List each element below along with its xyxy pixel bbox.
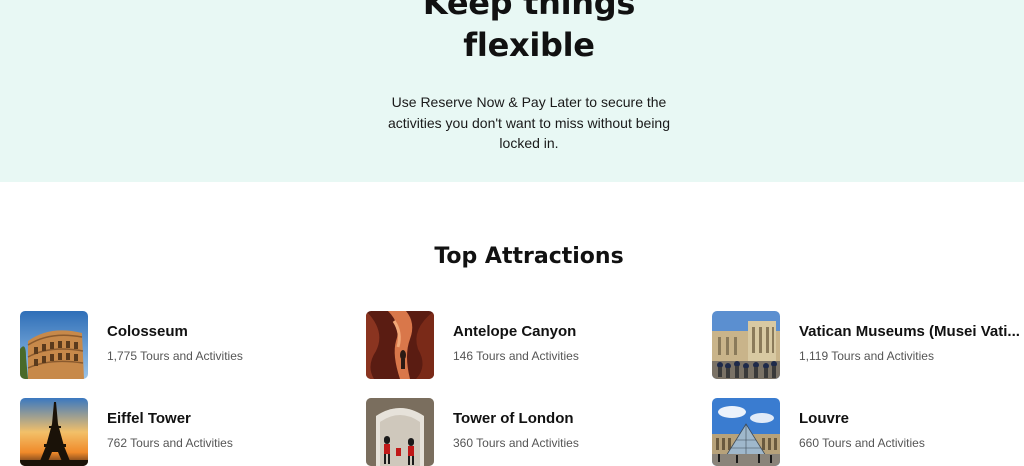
- attraction-name: Louvre: [799, 410, 850, 427]
- banner-description: Use Reserve Now & Pay Later to secure th…: [380, 92, 678, 154]
- banner-title-line-1: Keep things: [422, 0, 636, 22]
- attraction-name: Tower of London: [453, 410, 574, 427]
- attraction-name: Eiffel Tower: [107, 410, 191, 427]
- louvre-thumbnail: [712, 398, 780, 466]
- attraction-activity-count: 1,775 Tours and Activities: [107, 349, 243, 363]
- banner-description-line-1: Use Reserve Now & Pay Later to secure th…: [391, 94, 667, 110]
- attraction-name: Antelope Canyon: [453, 323, 577, 340]
- attraction-activity-count: 762 Tours and Activities: [107, 436, 233, 450]
- flexible-booking-banner: Keep things flexible Use Reserve Now & P…: [0, 0, 1024, 182]
- attraction-activity-count: 660 Tours and Activities: [799, 436, 925, 450]
- tower-of-london-thumbnail: [366, 398, 434, 466]
- attraction-antelope-canyon[interactable]: Antelope Canyon 146 Tours and Activities: [366, 311, 666, 379]
- eiffel-tower-thumbnail: [20, 398, 88, 466]
- top-attractions-heading: Top Attractions: [434, 244, 624, 269]
- attraction-name: Vatican Museums (Musei Vati...: [799, 323, 1020, 340]
- vatican-museums-thumbnail: [712, 311, 780, 379]
- banner-title: Keep things flexible: [0, 0, 1024, 66]
- attraction-tower-of-london[interactable]: Tower of London 360 Tours and Activities: [366, 398, 666, 466]
- attraction-vatican-museums[interactable]: Vatican Museums (Musei Vati... 1,119 Tou…: [712, 311, 1024, 379]
- attraction-eiffel-tower[interactable]: Eiffel Tower 762 Tours and Activities: [20, 398, 320, 466]
- banner-description-line-3: locked in.: [499, 135, 559, 151]
- banner-title-line-2: flexible: [463, 26, 595, 64]
- antelope-canyon-thumbnail: [366, 311, 434, 379]
- attraction-activity-count: 1,119 Tours and Activities: [799, 349, 934, 363]
- colosseum-thumbnail: [20, 311, 88, 379]
- attraction-colosseum[interactable]: Colosseum 1,775 Tours and Activities: [20, 311, 320, 379]
- attraction-activity-count: 146 Tours and Activities: [453, 349, 579, 363]
- attraction-activity-count: 360 Tours and Activities: [453, 436, 579, 450]
- banner-description-line-2: activities you don't want to miss withou…: [387, 114, 671, 131]
- attraction-name: Colosseum: [107, 323, 188, 340]
- attraction-louvre[interactable]: Louvre 660 Tours and Activities: [712, 398, 1012, 466]
